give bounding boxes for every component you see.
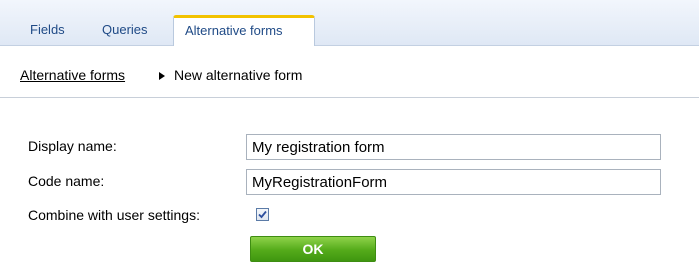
ok-button[interactable]: OK xyxy=(250,236,376,262)
code-name-input[interactable] xyxy=(246,169,661,195)
tab-alternative-forms[interactable]: Alternative forms xyxy=(173,15,315,46)
breadcrumb: Alternative forms New alternative form xyxy=(0,46,699,98)
tab-bar: Fields Queries Alternative forms xyxy=(0,0,699,46)
display-name-label: Display name: xyxy=(28,138,117,154)
breadcrumb-arrow-icon xyxy=(159,72,165,80)
checkmark-icon xyxy=(258,210,267,219)
breadcrumb-current: New alternative form xyxy=(174,67,303,83)
code-name-label: Code name: xyxy=(28,173,105,189)
combine-with-user-settings-label: Combine with user settings: xyxy=(28,207,200,223)
tab-fields[interactable]: Fields xyxy=(30,22,65,37)
combine-with-user-settings-checkbox[interactable] xyxy=(256,208,269,221)
breadcrumb-link-alternative-forms[interactable]: Alternative forms xyxy=(20,67,125,83)
tab-queries[interactable]: Queries xyxy=(102,22,148,37)
display-name-input[interactable] xyxy=(246,134,661,160)
